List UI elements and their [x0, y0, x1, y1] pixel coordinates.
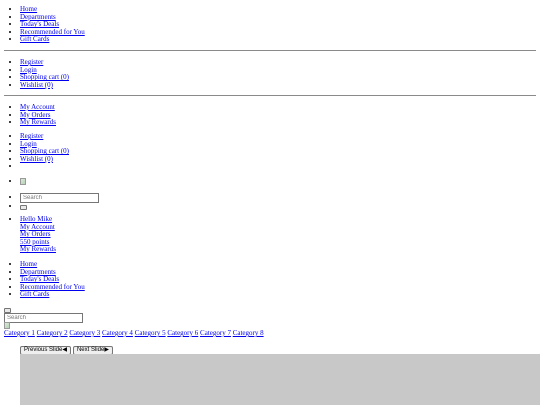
- account-item: Login: [20, 66, 540, 75]
- category-link[interactable]: Category 7: [200, 329, 231, 337]
- divider: [4, 50, 536, 51]
- my-rewards-link[interactable]: My Rewards: [20, 118, 56, 126]
- account-item: Shopping cart (0): [20, 73, 540, 82]
- nav-item: Home: [20, 260, 540, 269]
- account-links: Register Login Shopping cart (0) Wishlis…: [0, 58, 540, 90]
- divider: [4, 95, 536, 96]
- search-input-secondary[interactable]: [4, 313, 83, 323]
- account-item: Wishlist (0): [20, 155, 540, 164]
- account-item: Shopping cart (0): [20, 147, 540, 156]
- search-input[interactable]: [20, 193, 99, 203]
- broken-image-icon[interactable]: [20, 178, 26, 185]
- search-button-item: [20, 203, 540, 211]
- account-item: Login: [20, 140, 540, 149]
- category-link[interactable]: Category 1: [4, 329, 35, 337]
- account-menu-item: My Account: [20, 103, 540, 112]
- user-menu: Hello Mike My Account My Orders 550 poin…: [0, 215, 540, 254]
- main-nav: Home Departments Today's Deals Recommend…: [0, 5, 540, 44]
- category-link[interactable]: Category 2: [37, 329, 68, 337]
- nav-item: Recommended for You: [20, 283, 540, 292]
- nav-item: Departments: [20, 13, 540, 22]
- category-link[interactable]: Category 4: [102, 329, 133, 337]
- account-links-secondary: Register Login Shopping cart (0) Wishlis…: [0, 132, 540, 171]
- my-rewards-link[interactable]: My Rewards: [20, 245, 56, 254]
- nav-item: Today's Deals: [20, 20, 540, 29]
- search-list: [0, 193, 540, 211]
- category-link[interactable]: Category 3: [69, 329, 100, 337]
- carousel-slide[interactable]: [20, 354, 540, 405]
- nav-item: Gift Cards: [20, 291, 540, 299]
- category-link[interactable]: Category 5: [135, 329, 166, 337]
- account-menu: My Account My Orders My Rewards: [0, 103, 540, 127]
- category-links: Category 1 Category 2 Category 3 Categor…: [4, 329, 264, 338]
- nav-item: Departments: [20, 268, 540, 277]
- account-menu-item: My Rewards: [20, 118, 540, 127]
- main-nav-secondary: Home Departments Today's Deals Recommend…: [0, 260, 540, 299]
- account-item: Register: [20, 58, 540, 67]
- nav-item: Home: [20, 5, 540, 14]
- account-item: Wishlist (0): [20, 81, 540, 90]
- logo-item: [20, 178, 540, 186]
- empty-list-item: [20, 163, 540, 171]
- search-item: [20, 193, 540, 203]
- search-submit-button[interactable]: [20, 205, 27, 210]
- wishlist-link[interactable]: Wishlist (0): [20, 81, 53, 89]
- user-menu-item: Hello Mike My Account My Orders 550 poin…: [20, 215, 540, 254]
- logo-list: [0, 178, 540, 186]
- wishlist-link[interactable]: Wishlist (0): [20, 155, 53, 163]
- account-menu-item: My Orders: [20, 111, 540, 120]
- nav-item: Gift Cards: [20, 36, 540, 44]
- account-item: Register: [20, 132, 540, 141]
- nav-gift-cards-link[interactable]: Gift Cards: [20, 35, 49, 44]
- category-link[interactable]: Category 6: [167, 329, 198, 337]
- broken-image-icon: [4, 322, 10, 329]
- nav-item: Today's Deals: [20, 275, 540, 284]
- nav-gift-cards-link[interactable]: Gift Cards: [20, 290, 49, 299]
- category-link[interactable]: Category 8: [233, 329, 264, 337]
- nav-item: Recommended for You: [20, 28, 540, 37]
